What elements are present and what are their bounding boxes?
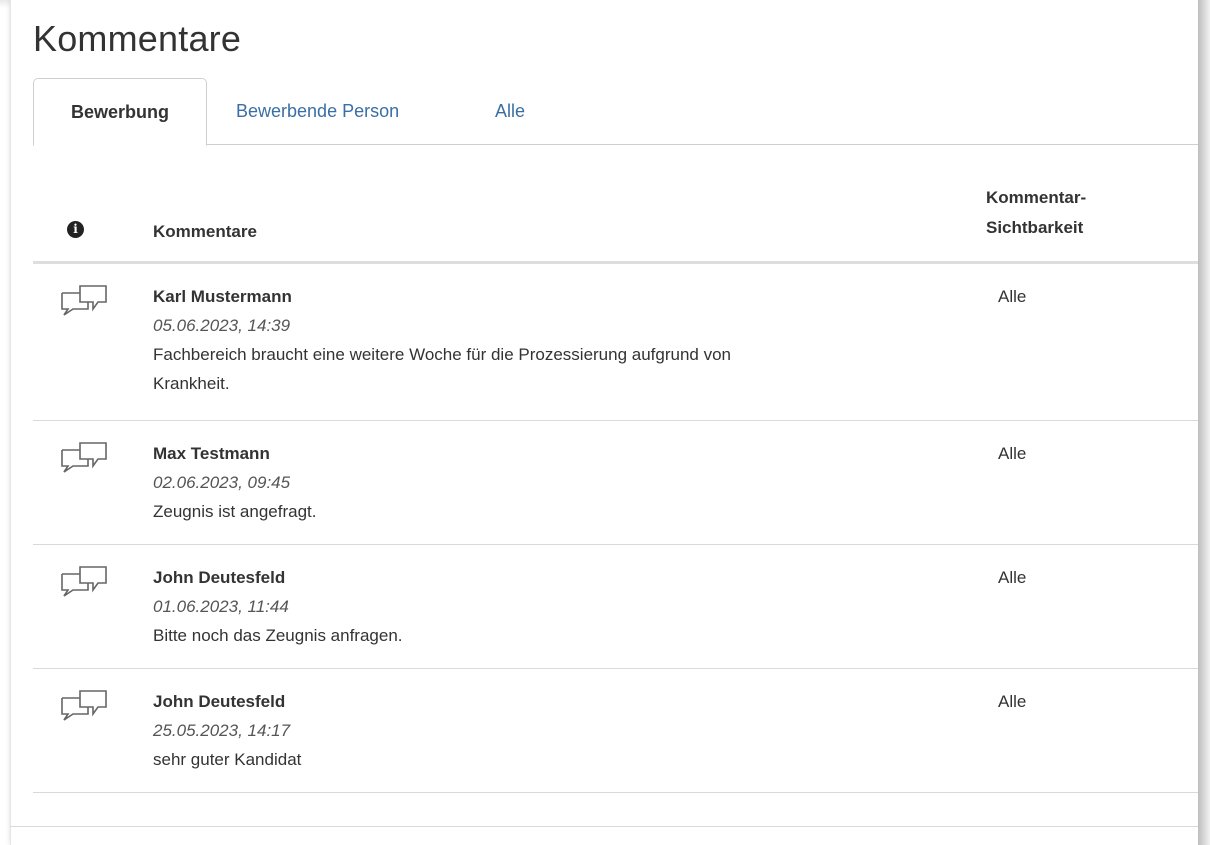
- comment-visibility: Alle: [998, 568, 1027, 587]
- footer-divider: [10, 826, 1198, 827]
- comments-icon: [58, 439, 110, 478]
- tab-bar: Bewerbung Bewerbende Person Alle: [33, 78, 1199, 146]
- comment-author: John Deutesfeld: [153, 692, 286, 711]
- visibility-header-line2: Sichtbarkeit: [986, 218, 1084, 237]
- comment-cell: John Deutesfeld 01.06.2023, 11:44 Bitte …: [153, 563, 953, 650]
- comment-cell: Karl Mustermann 05.06.2023, 14:39 Fachbe…: [153, 282, 953, 398]
- table-row: Max Testmann 02.06.2023, 09:45 Zeugnis i…: [33, 421, 1199, 545]
- comments-panel: Kommentare Bewerbung Bewerbende Person A…: [10, 0, 1199, 845]
- visibility-column-header: Kommentar- Sichtbarkeit: [986, 183, 1086, 243]
- comment-text-line: Bitte noch das Zeugnis anfragen.: [153, 626, 403, 645]
- comment-cell: John Deutesfeld 25.05.2023, 14:17 sehr g…: [153, 687, 953, 774]
- comment-text-line: Zeugnis ist angefragt.: [153, 502, 317, 521]
- table-row: Karl Mustermann 05.06.2023, 14:39 Fachbe…: [33, 264, 1199, 421]
- comment-date: 02.06.2023, 09:45: [153, 473, 291, 492]
- comment-text-line: sehr guter Kandidat: [153, 750, 302, 769]
- comment-visibility: Alle: [998, 444, 1027, 463]
- comment-cell: Max Testmann 02.06.2023, 09:45 Zeugnis i…: [153, 439, 953, 526]
- comment-date: 25.05.2023, 14:17: [153, 721, 291, 740]
- comment-date: 01.06.2023, 11:44: [153, 597, 289, 616]
- info-column-header: i: [67, 213, 84, 243]
- visibility-header-line1: Kommentar-: [986, 188, 1087, 207]
- comments-icon: [58, 563, 110, 602]
- comment-visibility: Alle: [998, 287, 1027, 306]
- comments-icon: [58, 687, 110, 726]
- tab-bewerbung[interactable]: Bewerbung: [33, 78, 207, 146]
- table-header: i Kommentare Kommentar- Sichtbarkeit: [33, 175, 1199, 264]
- comment-author: Karl Mustermann: [153, 287, 292, 306]
- info-circle-icon[interactable]: i: [67, 221, 84, 238]
- right-shadow: [1198, 0, 1210, 845]
- comment-visibility: Alle: [998, 692, 1027, 711]
- table-row: John Deutesfeld 01.06.2023, 11:44 Bitte …: [33, 545, 1199, 669]
- comment-author: John Deutesfeld: [153, 568, 286, 587]
- comments-icon: [58, 282, 110, 321]
- comment-text-line: Krankheit.: [153, 374, 230, 393]
- comment-date: 05.06.2023, 14:39: [153, 316, 291, 335]
- comments-column-header: Kommentare: [153, 222, 257, 241]
- comment-author: Max Testmann: [153, 444, 270, 463]
- tab-alle[interactable]: Alle: [495, 78, 525, 144]
- comment-text-line: Fachbereich braucht eine weitere Woche f…: [153, 345, 732, 364]
- tab-bewerbende-person[interactable]: Bewerbende Person: [236, 78, 399, 144]
- page-title: Kommentare: [33, 18, 242, 59]
- table-row: John Deutesfeld 25.05.2023, 14:17 sehr g…: [33, 669, 1199, 793]
